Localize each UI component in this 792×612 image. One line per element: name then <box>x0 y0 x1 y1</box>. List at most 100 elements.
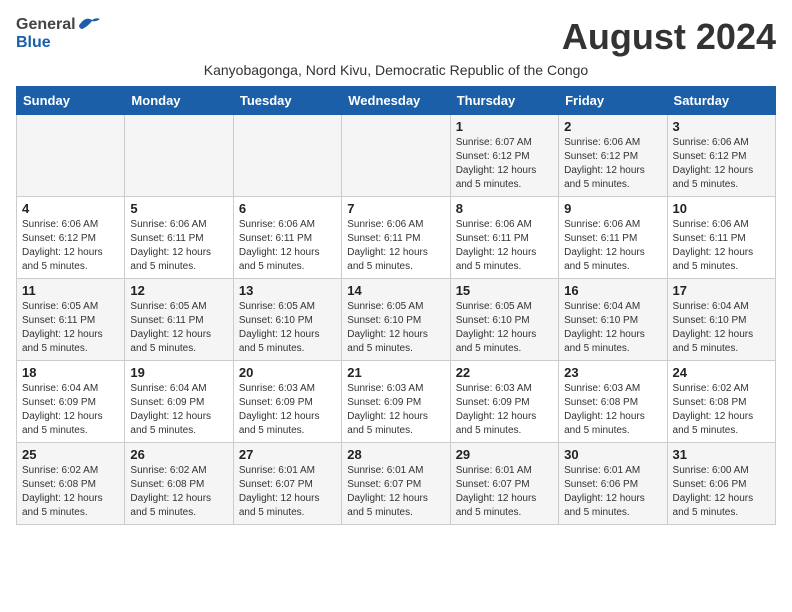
day-info: Sunrise: 6:06 AM Sunset: 6:12 PM Dayligh… <box>564 136 661 192</box>
day-number: 19 <box>130 365 227 380</box>
calendar-day-cell: 23Sunrise: 6:03 AM Sunset: 6:08 PM Dayli… <box>559 361 667 443</box>
calendar-day-cell: 24 Sunrise: 6:02 AM Sunset: 6:08 PM Dayli… <box>667 361 775 443</box>
logo: General Blue <box>16 16 100 52</box>
calendar-day-cell: 17 Sunrise: 6:04 AM Sunset: 6:10 PM Dayli… <box>667 279 775 361</box>
day-info: Sunrise: 6:04 AM Sunset: 6:09 PM Dayligh… <box>22 382 119 438</box>
calendar-day-cell: 3 Sunrise: 6:06 AM Sunset: 6:12 PM Daylig… <box>667 115 775 197</box>
day-info: Sunrise: 6:03 AM Sunset: 6:09 PM Dayligh… <box>347 382 444 438</box>
day-info: Sunrise: 6:03 AM Sunset: 6:09 PM Dayligh… <box>456 382 553 438</box>
day-number: 11 <box>22 283 119 298</box>
calendar-day-cell: 6 Sunrise: 6:06 AM Sunset: 6:11 PM Daylig… <box>233 197 341 279</box>
calendar-week-row: 18 Sunrise: 6:04 AM Sunset: 6:09 PM Dayli… <box>17 361 776 443</box>
calendar-day-cell: 8 Sunrise: 6:06 AM Sunset: 6:11 PM Daylig… <box>450 197 558 279</box>
calendar-day-cell: 7 Sunrise: 6:06 AM Sunset: 6:11 PM Daylig… <box>342 197 450 279</box>
calendar-day-cell <box>342 115 450 197</box>
calendar-week-row: 1 Sunrise: 6:07 AM Sunset: 6:12 PM Daylig… <box>17 115 776 197</box>
calendar-body: 1 Sunrise: 6:07 AM Sunset: 6:12 PM Daylig… <box>17 115 776 525</box>
day-number: 25 <box>22 447 119 462</box>
day-info: Sunrise: 6:04 AM Sunset: 6:10 PM Dayligh… <box>564 300 661 356</box>
day-info: Sunrise: 6:06 AM Sunset: 6:12 PM Dayligh… <box>22 218 119 274</box>
day-info: Sunrise: 6:06 AM Sunset: 6:12 PM Dayligh… <box>673 136 770 192</box>
day-info: Sunrise: 6:01 AM Sunset: 6:07 PM Dayligh… <box>456 464 553 520</box>
day-info: Sunrise: 6:06 AM Sunset: 6:11 PM Dayligh… <box>456 218 553 274</box>
calendar-day-cell: 21Sunrise: 6:03 AM Sunset: 6:09 PM Dayli… <box>342 361 450 443</box>
calendar-day-cell: 15Sunrise: 6:05 AM Sunset: 6:10 PM Dayli… <box>450 279 558 361</box>
weekday-header-saturday: Saturday <box>667 87 775 115</box>
location-subtitle: Kanyobagonga, Nord Kivu, Democratic Repu… <box>16 62 776 78</box>
day-info: Sunrise: 6:02 AM Sunset: 6:08 PM Dayligh… <box>673 382 770 438</box>
calendar-day-cell: 12 Sunrise: 6:05 AM Sunset: 6:11 PM Dayli… <box>125 279 233 361</box>
day-number: 16 <box>564 283 661 298</box>
logo-general: General <box>16 16 76 34</box>
calendar-day-cell <box>17 115 125 197</box>
calendar-day-cell: 13 Sunrise: 6:05 AM Sunset: 6:10 PM Dayli… <box>233 279 341 361</box>
calendar-day-cell: 9Sunrise: 6:06 AM Sunset: 6:11 PM Daylig… <box>559 197 667 279</box>
day-info: Sunrise: 6:06 AM Sunset: 6:11 PM Dayligh… <box>673 218 770 274</box>
day-number: 23 <box>564 365 661 380</box>
day-info: Sunrise: 6:06 AM Sunset: 6:11 PM Dayligh… <box>239 218 336 274</box>
day-number: 18 <box>22 365 119 380</box>
day-number: 14 <box>347 283 444 298</box>
day-number: 26 <box>130 447 227 462</box>
calendar-day-cell: 27 Sunrise: 6:01 AM Sunset: 6:07 PM Dayli… <box>233 443 341 525</box>
day-number: 5 <box>130 201 227 216</box>
day-info: Sunrise: 6:01 AM Sunset: 6:06 PM Dayligh… <box>564 464 661 520</box>
calendar-day-cell <box>233 115 341 197</box>
calendar-day-cell: 5 Sunrise: 6:06 AM Sunset: 6:11 PM Daylig… <box>125 197 233 279</box>
day-info: Sunrise: 6:02 AM Sunset: 6:08 PM Dayligh… <box>130 464 227 520</box>
calendar-day-cell: 30 Sunrise: 6:01 AM Sunset: 6:06 PM Dayli… <box>559 443 667 525</box>
day-number: 12 <box>130 283 227 298</box>
day-number: 24 <box>673 365 770 380</box>
calendar-day-cell: 18 Sunrise: 6:04 AM Sunset: 6:09 PM Dayli… <box>17 361 125 443</box>
calendar-day-cell: 2 Sunrise: 6:06 AM Sunset: 6:12 PM Daylig… <box>559 115 667 197</box>
day-number: 28 <box>347 447 444 462</box>
day-number: 17 <box>673 283 770 298</box>
day-info: Sunrise: 6:01 AM Sunset: 6:07 PM Dayligh… <box>239 464 336 520</box>
day-number: 20 <box>239 365 336 380</box>
month-title: August 2024 <box>562 16 776 58</box>
calendar-week-row: 25 Sunrise: 6:02 AM Sunset: 6:08 PM Dayli… <box>17 443 776 525</box>
day-info: Sunrise: 6:04 AM Sunset: 6:09 PM Dayligh… <box>130 382 227 438</box>
day-number: 10 <box>673 201 770 216</box>
day-info: Sunrise: 6:03 AM Sunset: 6:09 PM Dayligh… <box>239 382 336 438</box>
day-info: Sunrise: 6:06 AM Sunset: 6:11 PM Dayligh… <box>347 218 444 274</box>
calendar-day-cell: 1 Sunrise: 6:07 AM Sunset: 6:12 PM Daylig… <box>450 115 558 197</box>
day-number: 27 <box>239 447 336 462</box>
weekday-header-friday: Friday <box>559 87 667 115</box>
day-number: 31 <box>673 447 770 462</box>
calendar-day-cell: 31Sunrise: 6:00 AM Sunset: 6:06 PM Dayli… <box>667 443 775 525</box>
logo-blue: Blue <box>16 34 51 52</box>
day-info: Sunrise: 6:06 AM Sunset: 6:11 PM Dayligh… <box>564 218 661 274</box>
day-number: 1 <box>456 119 553 134</box>
calendar-day-cell: 14 Sunrise: 6:05 AM Sunset: 6:10 PM Dayli… <box>342 279 450 361</box>
day-info: Sunrise: 6:05 AM Sunset: 6:10 PM Dayligh… <box>347 300 444 356</box>
day-info: Sunrise: 6:02 AM Sunset: 6:08 PM Dayligh… <box>22 464 119 520</box>
calendar-day-cell: 29 Sunrise: 6:01 AM Sunset: 6:07 PM Dayli… <box>450 443 558 525</box>
calendar-week-row: 4Sunrise: 6:06 AM Sunset: 6:12 PM Daylig… <box>17 197 776 279</box>
day-number: 29 <box>456 447 553 462</box>
day-info: Sunrise: 6:04 AM Sunset: 6:10 PM Dayligh… <box>673 300 770 356</box>
calendar-day-cell: 11 Sunrise: 6:05 AM Sunset: 6:11 PM Dayli… <box>17 279 125 361</box>
day-number: 6 <box>239 201 336 216</box>
weekday-header-row: SundayMondayTuesdayWednesdayThursdayFrid… <box>17 87 776 115</box>
day-number: 8 <box>456 201 553 216</box>
day-number: 30 <box>564 447 661 462</box>
day-info: Sunrise: 6:05 AM Sunset: 6:11 PM Dayligh… <box>22 300 119 356</box>
day-info: Sunrise: 6:06 AM Sunset: 6:11 PM Dayligh… <box>130 218 227 274</box>
day-number: 22 <box>456 365 553 380</box>
day-info: Sunrise: 6:05 AM Sunset: 6:10 PM Dayligh… <box>456 300 553 356</box>
day-info: Sunrise: 6:05 AM Sunset: 6:11 PM Dayligh… <box>130 300 227 356</box>
weekday-header-tuesday: Tuesday <box>233 87 341 115</box>
day-info: Sunrise: 6:05 AM Sunset: 6:10 PM Dayligh… <box>239 300 336 356</box>
day-number: 13 <box>239 283 336 298</box>
weekday-header-sunday: Sunday <box>17 87 125 115</box>
day-number: 7 <box>347 201 444 216</box>
weekday-header-monday: Monday <box>125 87 233 115</box>
day-info: Sunrise: 6:07 AM Sunset: 6:12 PM Dayligh… <box>456 136 553 192</box>
calendar-day-cell: 28Sunrise: 6:01 AM Sunset: 6:07 PM Dayli… <box>342 443 450 525</box>
day-number: 2 <box>564 119 661 134</box>
calendar-day-cell: 25 Sunrise: 6:02 AM Sunset: 6:08 PM Dayli… <box>17 443 125 525</box>
calendar-day-cell: 19 Sunrise: 6:04 AM Sunset: 6:09 PM Dayli… <box>125 361 233 443</box>
day-number: 3 <box>673 119 770 134</box>
logo-bird-icon <box>78 16 100 34</box>
